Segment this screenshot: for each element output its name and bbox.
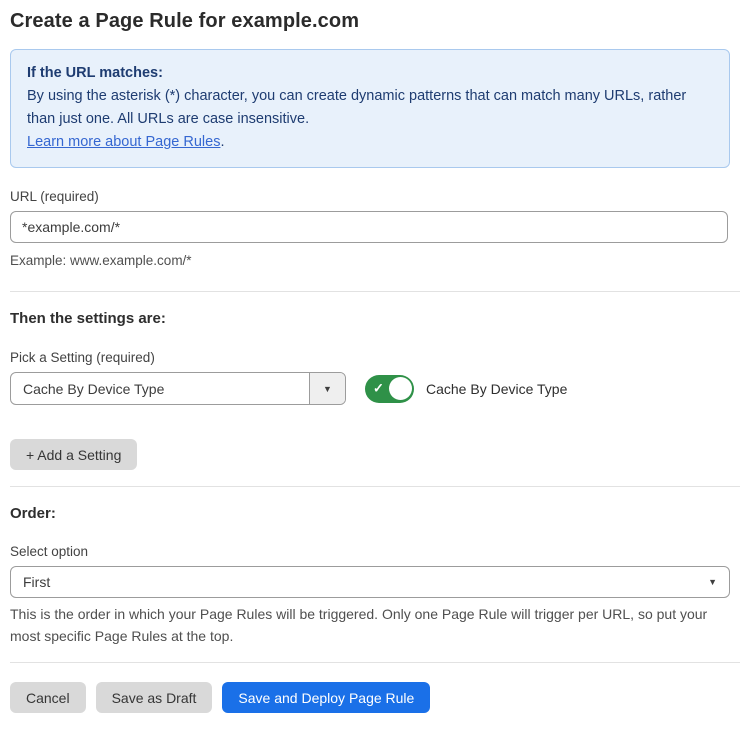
url-field-helper: Example: www.example.com/* <box>10 250 740 271</box>
save-and-deploy-button[interactable]: Save and Deploy Page Rule <box>222 682 430 713</box>
info-banner-body: By using the asterisk (*) character, you… <box>27 85 713 131</box>
save-as-draft-button[interactable]: Save as Draft <box>96 682 213 713</box>
footer-button-row: Cancel Save as Draft Save and Deploy Pag… <box>10 682 740 713</box>
order-select[interactable]: First ▼ <box>10 566 730 598</box>
url-field-label: URL (required) <box>10 189 740 204</box>
chevron-down-icon: ▼ <box>323 384 332 394</box>
cancel-button[interactable]: Cancel <box>10 682 86 713</box>
divider <box>10 486 740 487</box>
settings-section-heading: Then the settings are: <box>10 310 740 327</box>
setting-combobox-arrow-button[interactable]: ▼ <box>309 373 345 404</box>
setting-row: Cache By Device Type ▼ ✓ Cache By Device… <box>10 372 740 405</box>
divider <box>10 291 740 292</box>
learn-more-link[interactable]: Learn more about Page Rules <box>27 134 220 150</box>
url-input[interactable] <box>10 211 728 243</box>
order-select-value: First <box>23 574 50 590</box>
toggle-label: Cache By Device Type <box>426 381 567 397</box>
cache-by-device-type-toggle[interactable]: ✓ <box>365 375 414 403</box>
setting-combobox-value: Cache By Device Type <box>11 373 309 404</box>
add-setting-button[interactable]: + Add a Setting <box>10 439 137 470</box>
url-match-info-banner: If the URL matches: By using the asteris… <box>10 49 730 168</box>
info-banner-link-row: Learn more about Page Rules. <box>27 131 713 154</box>
link-suffix: . <box>220 134 224 150</box>
check-icon: ✓ <box>373 380 384 396</box>
order-select-label: Select option <box>10 544 740 559</box>
info-banner-heading: If the URL matches: <box>27 62 713 85</box>
setting-combobox[interactable]: Cache By Device Type ▼ <box>10 372 346 405</box>
order-helper-text: This is the order in which your Page Rul… <box>10 603 722 647</box>
divider <box>10 662 740 663</box>
page-title: Create a Page Rule for example.com <box>10 10 740 33</box>
chevron-down-icon: ▼ <box>708 577 717 587</box>
toggle-knob <box>389 377 412 400</box>
order-section-heading: Order: <box>10 505 740 522</box>
setting-picker-label: Pick a Setting (required) <box>10 350 740 365</box>
